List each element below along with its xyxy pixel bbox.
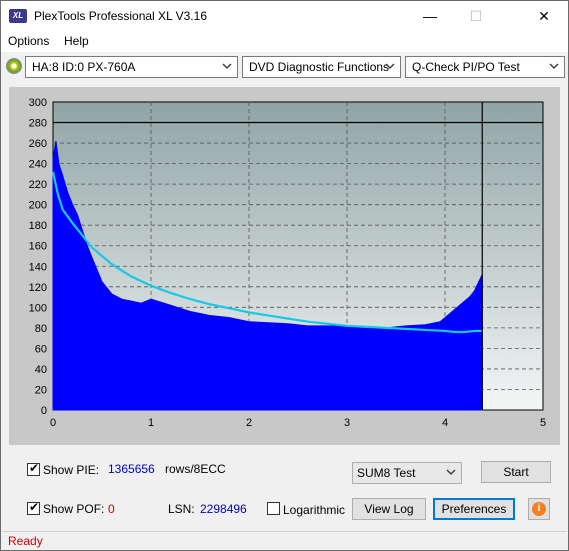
function-select[interactable]: DVD Diagnostic Functions xyxy=(242,56,401,78)
view-log-button[interactable]: View Log xyxy=(352,498,426,520)
maximize-button[interactable]: ☐ xyxy=(453,1,499,31)
y-tick-label: 80 xyxy=(35,323,47,335)
x-tick-label: 2 xyxy=(246,417,252,429)
show-pof-checkbox[interactable]: ✔ xyxy=(27,500,40,515)
sum-test-select[interactable]: SUM8 Test xyxy=(352,462,462,484)
pof-value: 0 xyxy=(108,502,115,516)
y-tick-label: 0 xyxy=(41,405,47,417)
chevron-down-icon xyxy=(549,63,559,69)
chevron-down-icon xyxy=(385,63,395,69)
control-panel: ✔ Show PIE: 1365656 rows/8ECC ✔ Show POF… xyxy=(9,452,560,525)
pie-units: rows/8ECC xyxy=(165,462,226,476)
status-bar: Ready xyxy=(2,531,567,550)
x-tick-label: 5 xyxy=(540,417,546,429)
pie-value: 1365656 xyxy=(108,462,155,476)
logarithmic-checkbox[interactable] xyxy=(267,502,280,515)
drive-select[interactable]: HA:8 ID:0 PX-760A xyxy=(25,56,238,78)
y-tick-label: 240 xyxy=(29,159,47,171)
minimize-button[interactable]: — xyxy=(407,1,453,31)
chevron-down-icon xyxy=(446,469,456,475)
lsn-label: LSN: xyxy=(168,502,195,516)
y-tick-label: 180 xyxy=(29,220,47,232)
status-text: Ready xyxy=(8,534,43,548)
start-button[interactable]: Start xyxy=(481,461,551,483)
drive-select-value: HA:8 ID:0 PX-760A xyxy=(32,60,136,74)
test-select[interactable]: Q-Check PI/PO Test xyxy=(405,56,565,78)
x-tick-label: 0 xyxy=(50,417,56,429)
chevron-down-icon xyxy=(222,63,232,69)
chart-panel: 0 20 40 60 80 100 120 140 160 180 200 220 240 260 280 3… xyxy=(9,87,560,445)
sum-test-value: SUM8 Test xyxy=(357,466,416,480)
app-logo-icon: XL xyxy=(9,9,27,23)
info-button[interactable]: i xyxy=(528,498,550,520)
x-tick-label: 4 xyxy=(442,417,448,429)
logarithmic-label: Logarithmic xyxy=(283,503,346,517)
window-title: PlexTools Professional XL V3.16 xyxy=(34,9,207,23)
test-select-value: Q-Check PI/PO Test xyxy=(412,60,520,74)
show-pof-label: Show POF: xyxy=(43,502,105,516)
preferences-button[interactable]: Preferences xyxy=(433,498,515,520)
close-button[interactable]: ✕ xyxy=(521,1,567,31)
menu-options[interactable]: Options xyxy=(8,34,49,48)
y-tick-label: 160 xyxy=(29,241,47,253)
y-tick-label: 60 xyxy=(35,343,47,355)
app-window: XL PlexTools Professional XL V3.16 — ☐ ✕… xyxy=(0,0,569,551)
lsn-value: 2298496 xyxy=(200,502,247,516)
y-tick-label: 260 xyxy=(29,138,47,150)
x-tick-label: 1 xyxy=(148,417,154,429)
info-icon: i xyxy=(532,502,546,516)
y-tick-label: 280 xyxy=(29,118,47,130)
y-tick-label: 40 xyxy=(35,364,47,376)
toolbar: HA:8 ID:0 PX-760A DVD Diagnostic Functio… xyxy=(1,52,568,82)
function-select-value: DVD Diagnostic Functions xyxy=(249,60,390,74)
show-pie-checkbox[interactable]: ✔ xyxy=(27,461,40,476)
pie-chart-svg: 0204060801001201401601802002202402602803… xyxy=(29,97,546,429)
x-tick-label: 3 xyxy=(344,417,350,429)
check-icon: ✔ xyxy=(29,461,40,475)
y-tick-label: 140 xyxy=(29,261,47,273)
show-pie-label: Show PIE: xyxy=(43,463,100,477)
check-icon: ✔ xyxy=(29,500,40,514)
title-bar: XL PlexTools Professional XL V3.16 — ☐ ✕ xyxy=(1,1,568,31)
menu-bar: Options Help xyxy=(1,31,568,52)
y-tick-label: 220 xyxy=(29,179,47,191)
y-tick-label: 200 xyxy=(29,200,47,212)
y-tick-label: 100 xyxy=(29,302,47,314)
disc-icon xyxy=(6,58,22,74)
menu-help[interactable]: Help xyxy=(64,34,89,48)
y-tick-label: 300 xyxy=(29,97,47,109)
y-tick-label: 20 xyxy=(35,384,47,396)
y-tick-label: 120 xyxy=(29,282,47,294)
